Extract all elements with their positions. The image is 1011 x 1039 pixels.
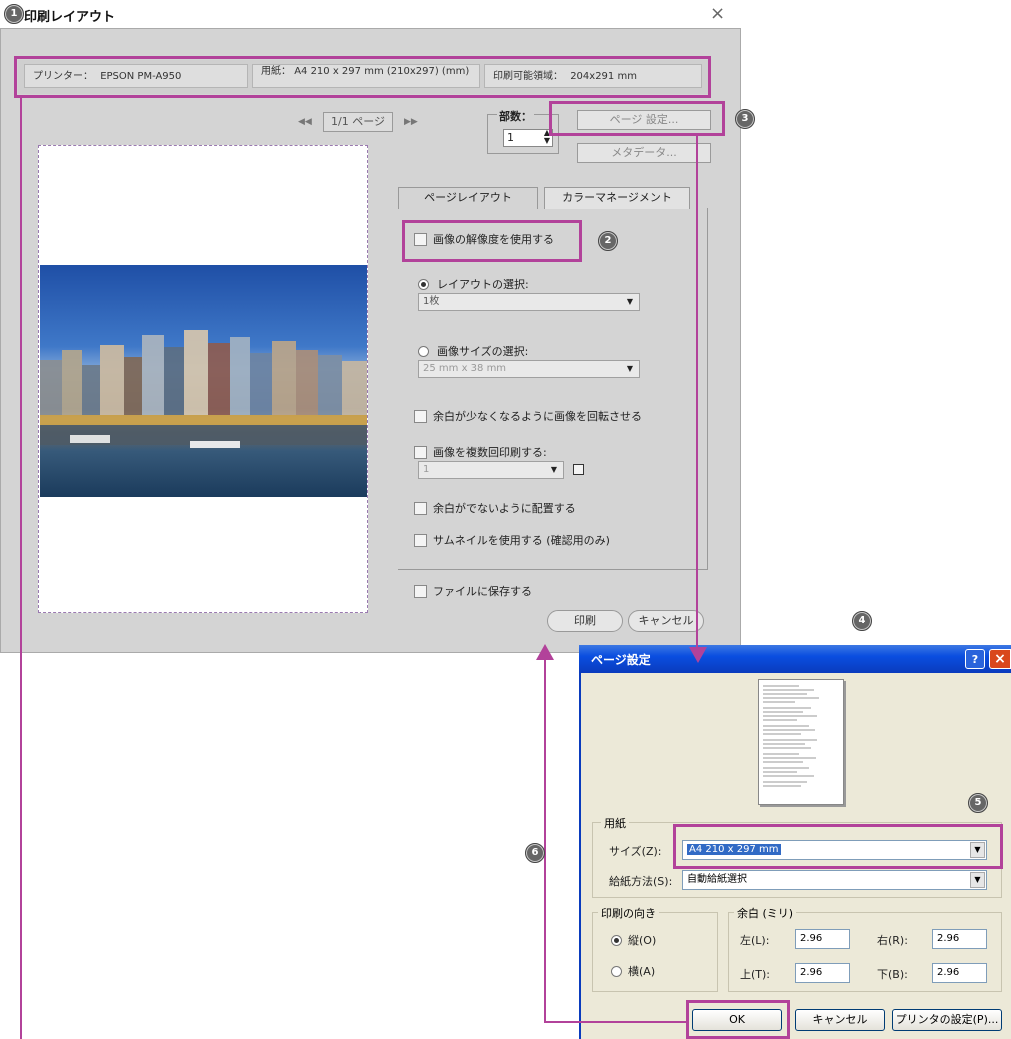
top-margin-label: 上(T):	[740, 968, 771, 981]
multi-print-checkbox[interactable]	[414, 446, 427, 459]
save-file-label: ファイルに保存する	[433, 585, 532, 598]
callout-6: 6	[525, 843, 545, 863]
multi-print-label: 画像を複数回印刷する:	[433, 446, 547, 459]
no-margin-checkbox[interactable]	[414, 502, 427, 515]
cancel-button[interactable]: キャンセル	[628, 610, 704, 632]
portrait-label: 縦(O)	[628, 934, 657, 947]
callout-3: 3	[735, 109, 755, 129]
left-margin-input[interactable]: 2.96	[795, 929, 850, 949]
callout-4: 4	[852, 611, 872, 631]
close-icon[interactable]: ×	[710, 3, 725, 24]
close-icon[interactable]: ×	[989, 649, 1011, 669]
save-file-checkbox[interactable]	[414, 585, 427, 598]
copies-value: 1	[507, 131, 514, 144]
thumbnail-label: サムネイルを使用する (確認用のみ)	[433, 534, 610, 547]
portrait-radio[interactable]	[611, 935, 622, 946]
tab-color-management[interactable]: カラーマネージメント	[544, 187, 690, 209]
callout-3-box	[549, 101, 725, 136]
no-margin-label: 余白がでないように配置する	[433, 502, 576, 515]
chevron-down-icon: ▼	[626, 364, 633, 373]
multi-print-select[interactable]: 1 ▼	[418, 461, 564, 479]
landscape-radio[interactable]	[611, 966, 622, 977]
metadata-button[interactable]: メタデータ...	[577, 143, 711, 163]
size-select-label: 画像サイズの選択:	[437, 345, 529, 358]
arrow-line-1	[20, 96, 22, 1039]
layout-select-label: レイアウトの選択:	[437, 278, 529, 291]
callout-1-box	[14, 56, 711, 98]
print-layout-titlebar: 印刷レイアウト ×	[0, 0, 741, 28]
size-select-value: 25 mm x 38 mm	[423, 363, 507, 374]
arrow-line-3	[696, 133, 698, 648]
arrow-head-3-icon	[689, 647, 707, 663]
callout-1: 1	[4, 4, 24, 24]
page-setup-cancel-button[interactable]: キャンセル	[795, 1009, 885, 1031]
orientation-group-label: 印刷の向き	[598, 905, 659, 921]
layout-select-radio[interactable]	[418, 279, 429, 290]
layout-select-value: 1枚	[423, 296, 440, 307]
size-select[interactable]: 25 mm x 38 mm ▼	[418, 360, 640, 378]
building-row	[40, 330, 367, 448]
prev-page-icon[interactable]: ◀◀	[298, 117, 312, 127]
arrow-head-6-icon	[536, 644, 554, 660]
print-button[interactable]: 印刷	[547, 610, 623, 632]
tab-color-management-label: カラーマネージメント	[562, 191, 672, 204]
grid-icon[interactable]	[573, 464, 584, 475]
size-select-radio[interactable]	[418, 346, 429, 357]
tab-page-layout-label: ページレイアウト	[424, 191, 512, 204]
callout-5-box	[673, 824, 1003, 869]
help-icon[interactable]: ?	[965, 649, 985, 669]
callout-2-box	[402, 220, 582, 262]
arrow-line-6-horizontal	[544, 1021, 688, 1023]
size-label: サイズ(Z):	[609, 845, 662, 858]
callout-ok-box	[686, 1000, 790, 1039]
page-setup-title: ページ設定	[591, 653, 651, 667]
paper-source-value: 自動給紙選択	[687, 874, 747, 885]
dialog-title: 印刷レイアウト	[24, 10, 116, 25]
printer-settings-button[interactable]: プリンタの設定(P)...	[892, 1009, 1002, 1031]
arrow-line-6-vertical	[544, 660, 546, 1023]
page-indicator: 1/1 ページ	[323, 112, 393, 132]
next-page-icon[interactable]: ▶▶	[404, 117, 418, 127]
bottom-margin-input[interactable]: 2.96	[932, 963, 987, 983]
paper-group-label: 用紙	[601, 815, 629, 831]
preview-photo	[40, 265, 367, 497]
layout-select[interactable]: 1枚 ▼	[418, 293, 640, 311]
paper-source-select[interactable]: 自動給紙選択 ▼	[682, 870, 987, 890]
copies-input[interactable]: 1 ▲ ▼	[503, 129, 553, 147]
right-margin-input[interactable]: 2.96	[932, 929, 987, 949]
multi-print-value: 1	[423, 464, 430, 475]
left-margin-label: 左(L):	[740, 934, 770, 947]
orientation-group	[592, 912, 718, 992]
chevron-down-icon: ▼	[550, 465, 557, 474]
top-margin-input[interactable]: 2.96	[795, 963, 850, 983]
rotate-checkbox[interactable]	[414, 410, 427, 423]
callout-5: 5	[968, 793, 988, 813]
bottom-margin-label: 下(B):	[877, 968, 908, 981]
margins-group-label: 余白 (ミリ)	[734, 905, 797, 921]
rotate-label: 余白が少なくなるように画像を回転させる	[433, 410, 642, 423]
page-setup-titlebar: ページ設定 ? ×	[579, 645, 1011, 673]
callout-2: 2	[598, 231, 618, 251]
chevron-down-icon: ▼	[626, 297, 633, 306]
source-label: 給紙方法(S):	[609, 875, 673, 888]
chevron-down-icon: ▼	[970, 872, 985, 888]
copies-label: 部数：	[497, 108, 534, 124]
page-thumbnail	[758, 679, 844, 805]
landscape-label: 横(A)	[628, 965, 656, 978]
thumbnail-checkbox[interactable]	[414, 534, 427, 547]
right-margin-label: 右(R):	[877, 934, 908, 947]
tab-page-layout[interactable]: ページレイアウト	[398, 187, 538, 209]
